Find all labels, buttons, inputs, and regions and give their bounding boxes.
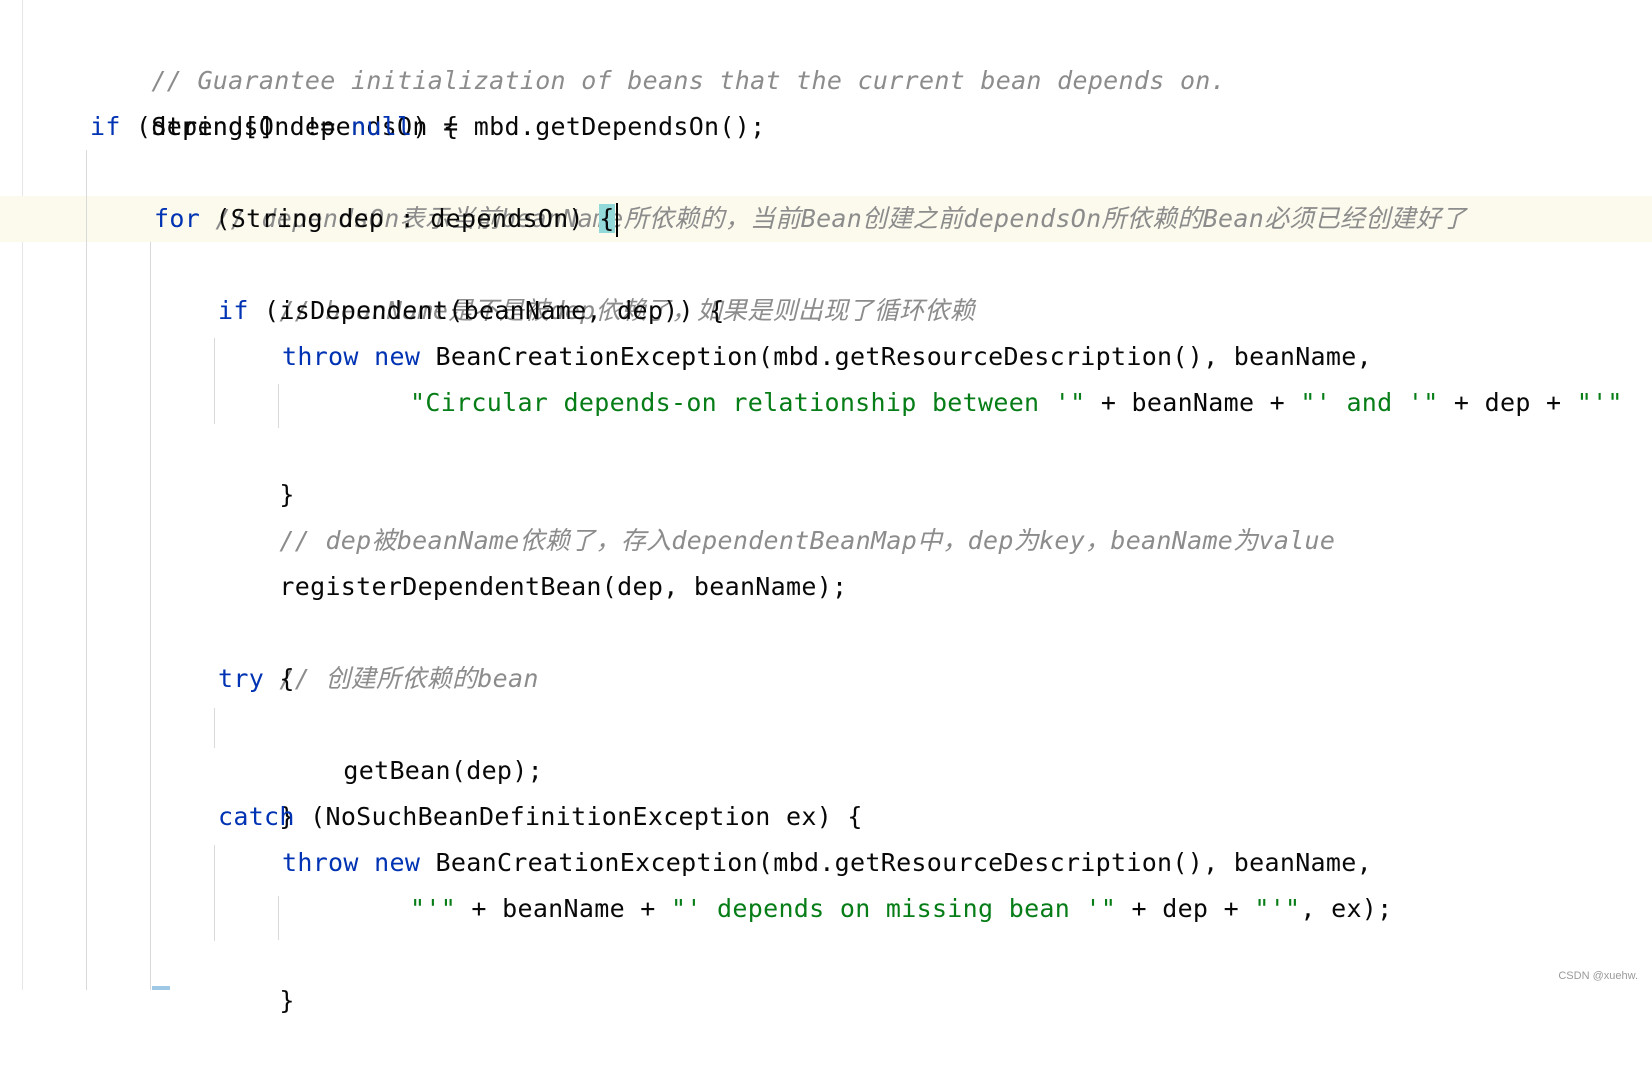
- text-caret: [615, 203, 618, 237]
- indent-guide: [214, 338, 215, 424]
- indent-guide: [214, 708, 215, 748]
- gutter-divider: [22, 0, 23, 990]
- code-line-19[interactable]: throw new BeanCreationException(mbd.getR…: [282, 840, 1372, 886]
- code-line-12[interactable]: registerDependentBean(dep, beanName);: [218, 518, 847, 601]
- code-line-18[interactable]: catch (NoSuchBeanDefinitionException ex)…: [218, 794, 863, 840]
- code-text: + dep +: [1116, 894, 1255, 923]
- code-text: + dep +: [1438, 388, 1577, 417]
- code-text: BeanCreationException(mbd.getResourceDes…: [420, 342, 1372, 371]
- matched-brace: {: [599, 204, 615, 233]
- code-text: }: [279, 986, 295, 1015]
- code-text: (dependsOn !=: [120, 112, 351, 141]
- string-literal: "'": [410, 894, 457, 923]
- code-text: {: [264, 664, 295, 693]
- string-literal: "'": [1576, 388, 1623, 417]
- code-line-20[interactable]: "'" + beanName + "' depends on missing b…: [410, 886, 1393, 932]
- keyword: throw: [282, 848, 359, 877]
- code-line-6[interactable]: // beanName是不是被dep依赖了，如果是则出现了循环依赖: [218, 242, 975, 325]
- code-line-1[interactable]: // Guarantee initialization of beans tha…: [90, 12, 1226, 95]
- keyword: new: [374, 342, 421, 371]
- code-line-10[interactable]: }: [218, 426, 295, 509]
- code-line-11[interactable]: // dep被beanName依赖了，存入dependentBeanMap中，d…: [218, 472, 1335, 555]
- code-line-15[interactable]: try {: [218, 656, 295, 702]
- code-line-5[interactable]: for (String dep : dependsOn) {: [154, 196, 618, 242]
- code-text: ) {: [412, 112, 459, 141]
- code-line-4[interactable]: // dependsOn表示当前beanName所依赖的，当前Bean创建之前d…: [154, 150, 1467, 233]
- string-literal: "' depends on missing bean '": [670, 894, 1117, 923]
- keyword: throw: [282, 342, 359, 371]
- code-text: BeanCreationException(mbd.getResourceDes…: [420, 848, 1372, 877]
- code-line-16[interactable]: getBean(dep);: [282, 702, 543, 785]
- indent-guide: [278, 384, 279, 428]
- keyword: try: [218, 664, 265, 693]
- indent-guide: [150, 242, 151, 990]
- keyword: catch: [218, 802, 295, 831]
- string-literal: "'": [1254, 894, 1301, 923]
- code-text: registerDependentBean(dep, beanName);: [279, 572, 848, 601]
- comment: // 创建所依赖的bean: [279, 664, 539, 693]
- code-editor[interactable]: // Guarantee initialization of beans tha…: [0, 0, 1652, 1015]
- indent-guide: [214, 845, 215, 941]
- code-line-14[interactable]: // 创建所依赖的bean: [218, 610, 539, 693]
- code-text: (String dep : dependsOn): [200, 204, 600, 233]
- scroll-marker: [152, 986, 170, 990]
- code-text: (isDependent(beanName, dep)) {: [248, 296, 725, 325]
- indent-guide: [86, 150, 87, 990]
- code-text: + beanName +: [456, 894, 671, 923]
- string-literal: "' and '": [1300, 388, 1439, 417]
- code-text: + beanName +: [1085, 388, 1301, 417]
- code-text: (NoSuchBeanDefinitionException ex) {: [294, 802, 863, 831]
- keyword: if: [218, 296, 249, 325]
- code-line-7[interactable]: if (isDependent(beanName, dep)) {: [218, 288, 725, 334]
- code-line-2[interactable]: String[] dependsOn = mbd.getDependsOn();: [90, 58, 765, 141]
- code-line-9[interactable]: "Circular depends-on relationship betwee…: [410, 380, 1623, 426]
- code-line-8[interactable]: throw new BeanCreationException(mbd.getR…: [282, 334, 1372, 380]
- keyword: if: [90, 112, 121, 141]
- code-text: , ex);: [1300, 894, 1393, 923]
- string-literal: "Circular depends-on relationship betwee…: [410, 388, 1086, 417]
- code-line-21[interactable]: }: [218, 932, 295, 1015]
- code-text: getBean(dep);: [343, 756, 543, 785]
- keyword: null: [350, 112, 413, 141]
- keyword: new: [374, 848, 421, 877]
- code-line-17[interactable]: }: [218, 748, 295, 831]
- keyword: for: [154, 204, 201, 233]
- code-line-3[interactable]: if (dependsOn != null) {: [90, 104, 458, 150]
- watermark: CSDN @xuehw.: [1558, 970, 1638, 982]
